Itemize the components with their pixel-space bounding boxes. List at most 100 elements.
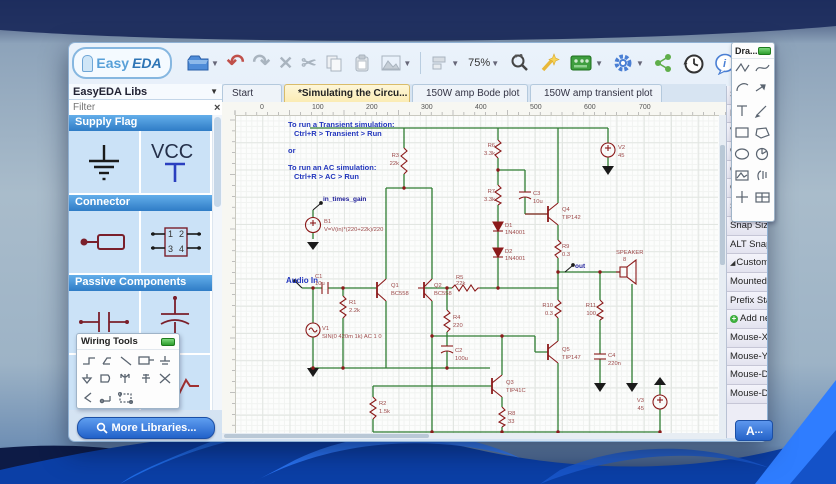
no-connect-tool-icon	[159, 373, 171, 384]
junction-dots	[311, 168, 662, 433]
resistor-R10	[554, 299, 562, 319]
undo-button[interactable]: ↶	[225, 50, 247, 76]
schematic-drawing[interactable]: To run a Transient simulation: Ctrl+R > …	[235, 115, 718, 433]
section-passive[interactable]: Passive Components	[69, 275, 212, 291]
tab-bode-plot[interactable]: 150W amp Bode plot	[412, 84, 528, 102]
lib-item-vcc[interactable]: VCC	[140, 131, 212, 195]
libs-dropdown-icon[interactable]: ▼	[210, 87, 218, 96]
resistor-R11	[595, 299, 605, 321]
svg-text:C4: C4	[608, 353, 616, 359]
convert-pcb-button[interactable]: ▼	[566, 50, 605, 76]
share-button[interactable]	[650, 50, 676, 76]
paste-button[interactable]	[350, 50, 374, 76]
svg-text:D2: D2	[505, 249, 512, 255]
lib-item-plug[interactable]	[69, 211, 141, 275]
svg-text:45: 45	[618, 153, 624, 159]
svg-text:Q5: Q5	[562, 347, 570, 353]
svg-text:45: 45	[638, 406, 644, 412]
wiring-tools-badge-icon[interactable]	[161, 337, 175, 346]
lib-item-header4[interactable]: 1234	[140, 211, 212, 275]
svg-text:700: 700	[639, 104, 651, 111]
attr-row-mouse-dx[interactable]: Mouse-DX	[727, 366, 767, 385]
svg-text:R2: R2	[379, 401, 386, 407]
attr-row-mouse-x[interactable]: Mouse-X	[727, 328, 767, 348]
save-open-button[interactable]: ▼	[184, 50, 221, 76]
copy-icon	[326, 55, 342, 72]
canvas-vscrollbar[interactable]	[719, 115, 726, 433]
tab-simulating[interactable]: *Simulating the Circu...	[284, 84, 410, 102]
attr-row-mouse-y[interactable]: Mouse-Y	[727, 347, 767, 367]
attr-row-mouse-dy[interactable]: Mouse-D	[727, 385, 767, 404]
bezier-tool-icon	[755, 64, 770, 72]
source-B1	[304, 216, 322, 234]
svg-text:B1: B1	[324, 219, 331, 225]
svg-text:0.3: 0.3	[545, 311, 553, 317]
delete-icon: ✕	[278, 53, 294, 73]
svg-text:in_times_gain: in_times_gain	[323, 196, 366, 203]
filter-input[interactable]	[69, 101, 209, 114]
ruler-vertical	[222, 115, 236, 433]
drawing-tools-badge-icon[interactable]	[757, 46, 771, 55]
history-button[interactable]	[680, 50, 707, 76]
redo-button[interactable]: ↷	[251, 50, 273, 76]
attr-row-alt-snap[interactable]: ALT Snap	[727, 235, 767, 255]
svg-text:R10: R10	[542, 303, 553, 309]
attr-row-mounted[interactable]: Mounted	[727, 272, 767, 292]
tab-start[interactable]: Start	[222, 84, 282, 102]
svg-text:R8: R8	[508, 411, 515, 417]
svg-text:To run an AC simulation:: To run an AC simulation:	[288, 163, 376, 172]
add-icon[interactable]: +	[730, 314, 738, 323]
drawing-tools-title: Dra...	[735, 45, 758, 56]
apply-button[interactable]: A...	[735, 420, 773, 441]
svg-text:220: 220	[453, 323, 463, 329]
expand-icon[interactable]: ◢	[730, 260, 735, 267]
export-image-button[interactable]: ▼	[378, 50, 413, 76]
svg-text:400: 400	[475, 104, 487, 111]
delete-button[interactable]: ✕	[276, 50, 295, 76]
search-component-button[interactable]	[506, 50, 532, 76]
zoom-level-select[interactable]: 75% ▼	[465, 48, 502, 78]
svg-text:Q3: Q3	[506, 380, 514, 386]
redo-icon: ↷	[252, 51, 271, 74]
copy-button[interactable]	[322, 50, 346, 76]
components[interactable]	[293, 139, 668, 433]
search-icon	[511, 54, 529, 71]
ellipse-tool-icon	[734, 148, 750, 160]
wizard-button[interactable]	[536, 50, 562, 76]
svg-text:R11: R11	[586, 303, 596, 309]
net-labels: in_times_gain Audio In out	[286, 196, 586, 285]
drawing-tools-grid[interactable]	[732, 59, 772, 219]
tab-transient-plot[interactable]: 150W amp transient plot	[530, 84, 662, 102]
gnd-tool-icon	[160, 356, 170, 365]
canvas-hscrollbar[interactable]	[222, 433, 726, 439]
wiring-tools-grid[interactable]	[77, 350, 177, 408]
more-libraries-label: More Libraries...	[111, 422, 197, 434]
more-libraries-button[interactable]: More Libraries...	[77, 417, 215, 439]
resistor-R6	[494, 139, 502, 159]
attr-row-add-new[interactable]: +Add ne	[727, 310, 767, 329]
origin-tool-icon	[736, 191, 748, 203]
image-icon	[381, 55, 401, 71]
align-icon	[432, 56, 446, 70]
svg-text:4: 4	[179, 244, 184, 254]
document-tab-bar: Start *Simulating the Circu... 150W amp …	[222, 84, 726, 103]
svg-text:R4: R4	[453, 315, 461, 321]
drawing-tools-palette: Dra...	[731, 42, 775, 222]
svg-text:V3: V3	[637, 398, 644, 404]
lib-item-gnd[interactable]	[69, 131, 141, 195]
component-labels: B1 V=V(in)*(220+22k)/220 V1 SIN(0 420m 1k)…	[315, 143, 644, 425]
settings-button[interactable]: ▼	[609, 50, 646, 76]
attr-row-prefix-start[interactable]: Prefix Sta	[727, 291, 767, 311]
scissors-icon: ✂	[301, 53, 317, 73]
cut-button[interactable]: ✂	[299, 50, 318, 76]
library-scrollbar[interactable]	[212, 115, 222, 410]
section-connector[interactable]: Connector	[69, 195, 212, 211]
resistor-R8	[497, 406, 507, 428]
libs-header[interactable]: EasyEDA Libs ▼	[69, 84, 222, 100]
svg-text:2.2k: 2.2k	[349, 308, 360, 314]
svg-text:10u: 10u	[315, 281, 325, 287]
svg-text:1.5k: 1.5k	[379, 409, 390, 415]
align-button[interactable]: ▼	[428, 50, 461, 76]
attr-row-custom-area[interactable]: ◢Custom A	[727, 254, 767, 273]
section-supply-flag[interactable]: Supply Flag	[69, 115, 212, 131]
